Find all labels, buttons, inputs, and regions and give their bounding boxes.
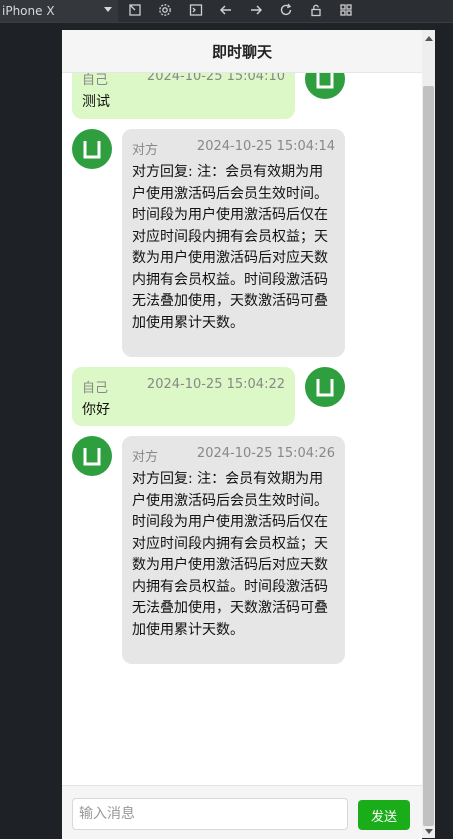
message-input-bar: 发送 <box>62 785 422 839</box>
user-avatar-icon <box>83 448 101 466</box>
devtools-toolbar: iPhone X <box>0 0 453 23</box>
message-text: 测试 <box>82 94 110 110</box>
refresh-icon[interactable] <box>276 0 296 20</box>
avatar <box>72 129 112 169</box>
gear-icon[interactable] <box>155 0 175 20</box>
devtools-right-panel <box>435 23 453 838</box>
message-input[interactable] <box>72 798 348 830</box>
message-sender: 自己 <box>82 73 109 88</box>
phone-screen: 即时聊天 自己 2024-10-25 15:04:10 测试 对方 2024-1… <box>62 30 422 839</box>
device-label: iPhone X <box>2 4 55 18</box>
device-rotate-icon[interactable] <box>125 0 145 20</box>
message-time: 2024-10-25 15:04:26 <box>196 446 335 461</box>
message-bubble: 自己 2024-10-25 15:04:10 测试 <box>72 73 295 119</box>
message-time: 2024-10-25 15:04:10 <box>146 73 285 84</box>
message-time: 2024-10-25 15:04:14 <box>196 139 335 154</box>
user-avatar-icon <box>83 141 101 159</box>
scroll-thumb[interactable] <box>423 86 434 826</box>
lock-icon[interactable] <box>306 0 326 20</box>
user-avatar-icon <box>316 379 334 397</box>
message-text: 对方回复: 注：会员有效期为用户使用激活码后会员生效时间。时间段为用户使用激活码… <box>132 471 328 638</box>
arrow-right-icon[interactable] <box>246 0 266 20</box>
devtools-left-panel <box>0 23 62 838</box>
message-time: 2024-10-25 15:04:22 <box>146 377 285 392</box>
scroll-up-arrow-icon[interactable] <box>425 36 433 41</box>
console-icon[interactable] <box>186 0 206 20</box>
message-bubble: 对方 2024-10-25 15:04:26 对方回复: 注：会员有效期为用户使… <box>122 436 345 664</box>
message-sender: 自己 <box>82 381 109 396</box>
message-text: 你好 <box>82 402 110 418</box>
message-sender: 对方 <box>132 450 159 465</box>
user-avatar-icon <box>316 73 334 89</box>
scrollbar[interactable] <box>422 30 435 838</box>
arrow-left-icon[interactable] <box>216 0 236 20</box>
scroll-down-arrow-icon[interactable] <box>425 829 433 834</box>
chevron-down-icon <box>104 7 112 12</box>
message-bubble: 自己 2024-10-25 15:04:22 你好 <box>72 367 295 426</box>
send-button[interactable]: 发送 <box>358 800 410 830</box>
message-text: 对方回复: 注：会员有效期为用户使用激活码后会员生效时间。时间段为用户使用激活码… <box>132 164 328 331</box>
message-sender: 对方 <box>132 143 159 158</box>
page-title: 即时聊天 <box>62 30 422 73</box>
device-selector[interactable]: iPhone X <box>0 0 118 22</box>
avatar <box>305 367 345 407</box>
avatar <box>72 436 112 476</box>
chat-messages[interactable]: 自己 2024-10-25 15:04:10 测试 对方 2024-10-25 … <box>62 73 422 785</box>
qr-code-icon[interactable] <box>336 0 356 20</box>
message-bubble: 对方 2024-10-25 15:04:14 对方回复: 注：会员有效期为用户使… <box>122 129 345 357</box>
avatar <box>305 73 345 99</box>
